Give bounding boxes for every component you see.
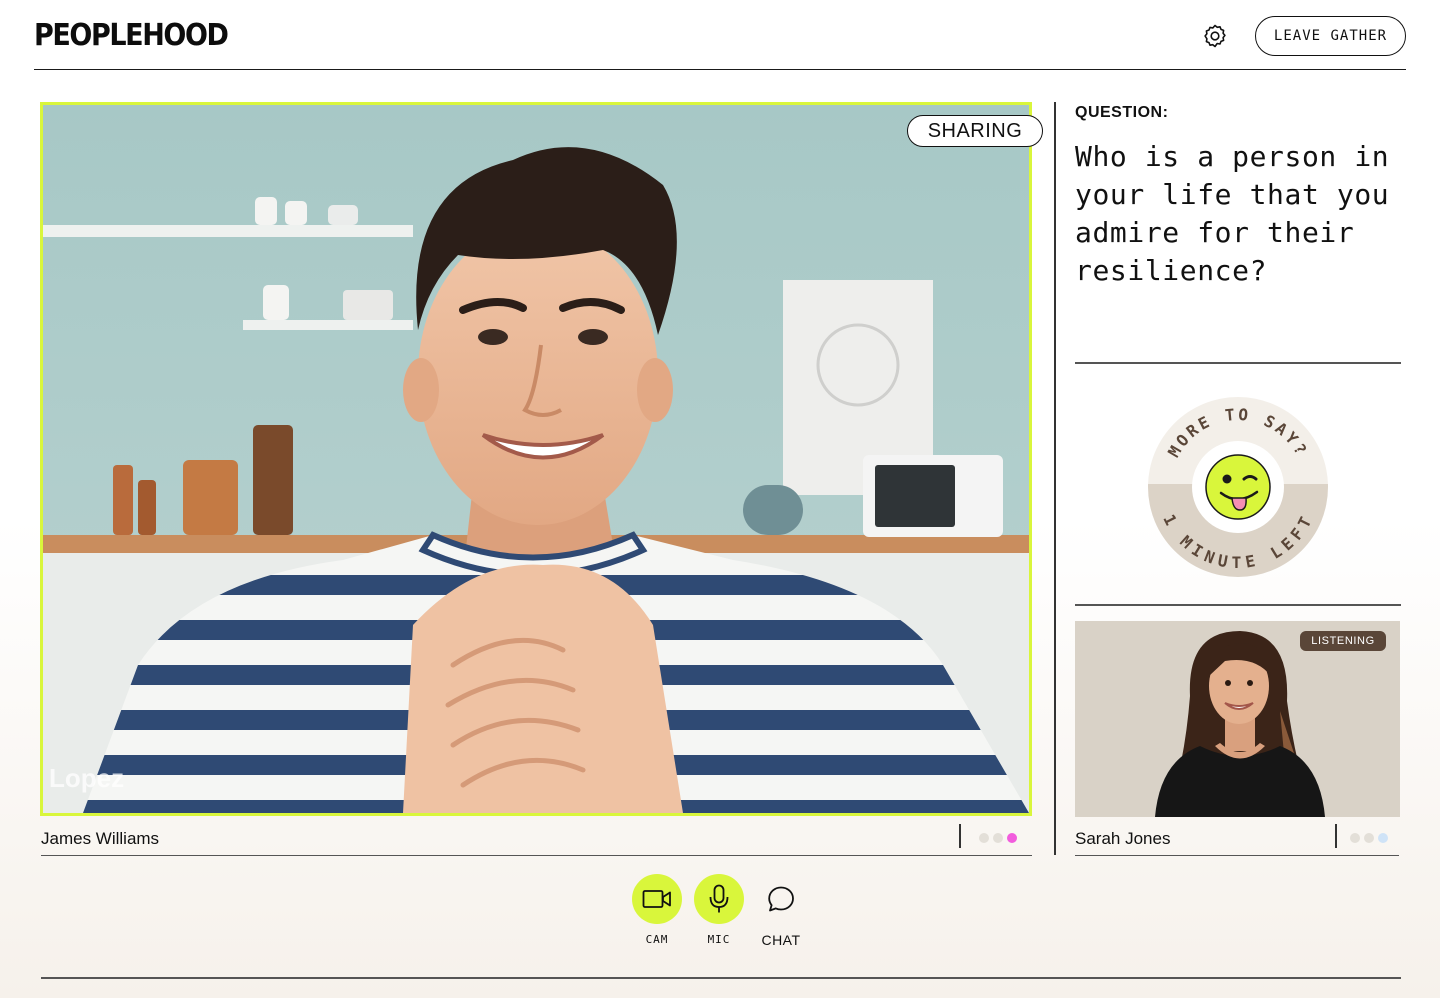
bottom-divider <box>41 977 1401 979</box>
james-williams-video-feed: Lopez <box>43 105 1029 813</box>
top-bar: PEOPLEHOOD LEAVE GATHER <box>34 0 1406 70</box>
microphone-toggle-button[interactable] <box>694 874 744 924</box>
vertical-divider <box>1054 102 1056 855</box>
question-label: QUESTION: <box>1075 104 1169 121</box>
status-dot <box>993 833 1003 843</box>
leave-gather-button[interactable]: LEAVE GATHER <box>1255 16 1406 56</box>
status-dot <box>979 833 989 843</box>
cam-control: CAM <box>631 874 683 946</box>
chat-bubble-icon <box>768 886 794 912</box>
sharing-badge: SHARING <box>907 115 1043 147</box>
main-participant-name-row: James Williams <box>41 816 1032 856</box>
microphone-icon <box>709 884 729 913</box>
cam-label: CAM <box>645 933 669 946</box>
side-participant-name-row: Sarah Jones <box>1075 816 1399 856</box>
name-row-separator <box>1335 824 1337 848</box>
camera-toggle-button[interactable] <box>632 874 682 924</box>
main-status-dots <box>979 833 1017 843</box>
question-text: Who is a person in your life that you ad… <box>1075 140 1390 287</box>
chat-label: CHAT <box>761 932 801 948</box>
listening-badge: LISTENING <box>1300 631 1386 651</box>
badge-divider <box>1075 604 1401 606</box>
side-status-dots <box>1350 833 1388 843</box>
chat-control: CHAT <box>755 874 807 948</box>
name-row-separator <box>959 824 961 848</box>
mic-label: MIC <box>707 933 731 946</box>
side-participant-name: Sarah Jones <box>1075 829 1171 848</box>
smiley-tongue-icon <box>1205 454 1271 520</box>
video-camera-icon <box>642 890 671 908</box>
peoplehood-logo: PEOPLEHOOD <box>34 18 229 53</box>
settings-gear-icon[interactable] <box>1201 22 1229 50</box>
status-dot <box>1364 833 1374 843</box>
mic-control: MIC <box>693 874 745 946</box>
question-divider <box>1075 362 1401 364</box>
chat-toggle-button[interactable] <box>756 874 806 924</box>
main-video-tile: Lopez <box>40 102 1032 816</box>
status-dot <box>1378 833 1388 843</box>
speaking-status-dot <box>1007 833 1017 843</box>
more-to-say-badge[interactable]: MORE TO SAY? 1 MINUTE LEFT <box>1145 394 1331 580</box>
video-watermark: Lopez <box>49 763 124 793</box>
status-dot <box>1350 833 1360 843</box>
main-participant-name: James Williams <box>41 829 160 848</box>
